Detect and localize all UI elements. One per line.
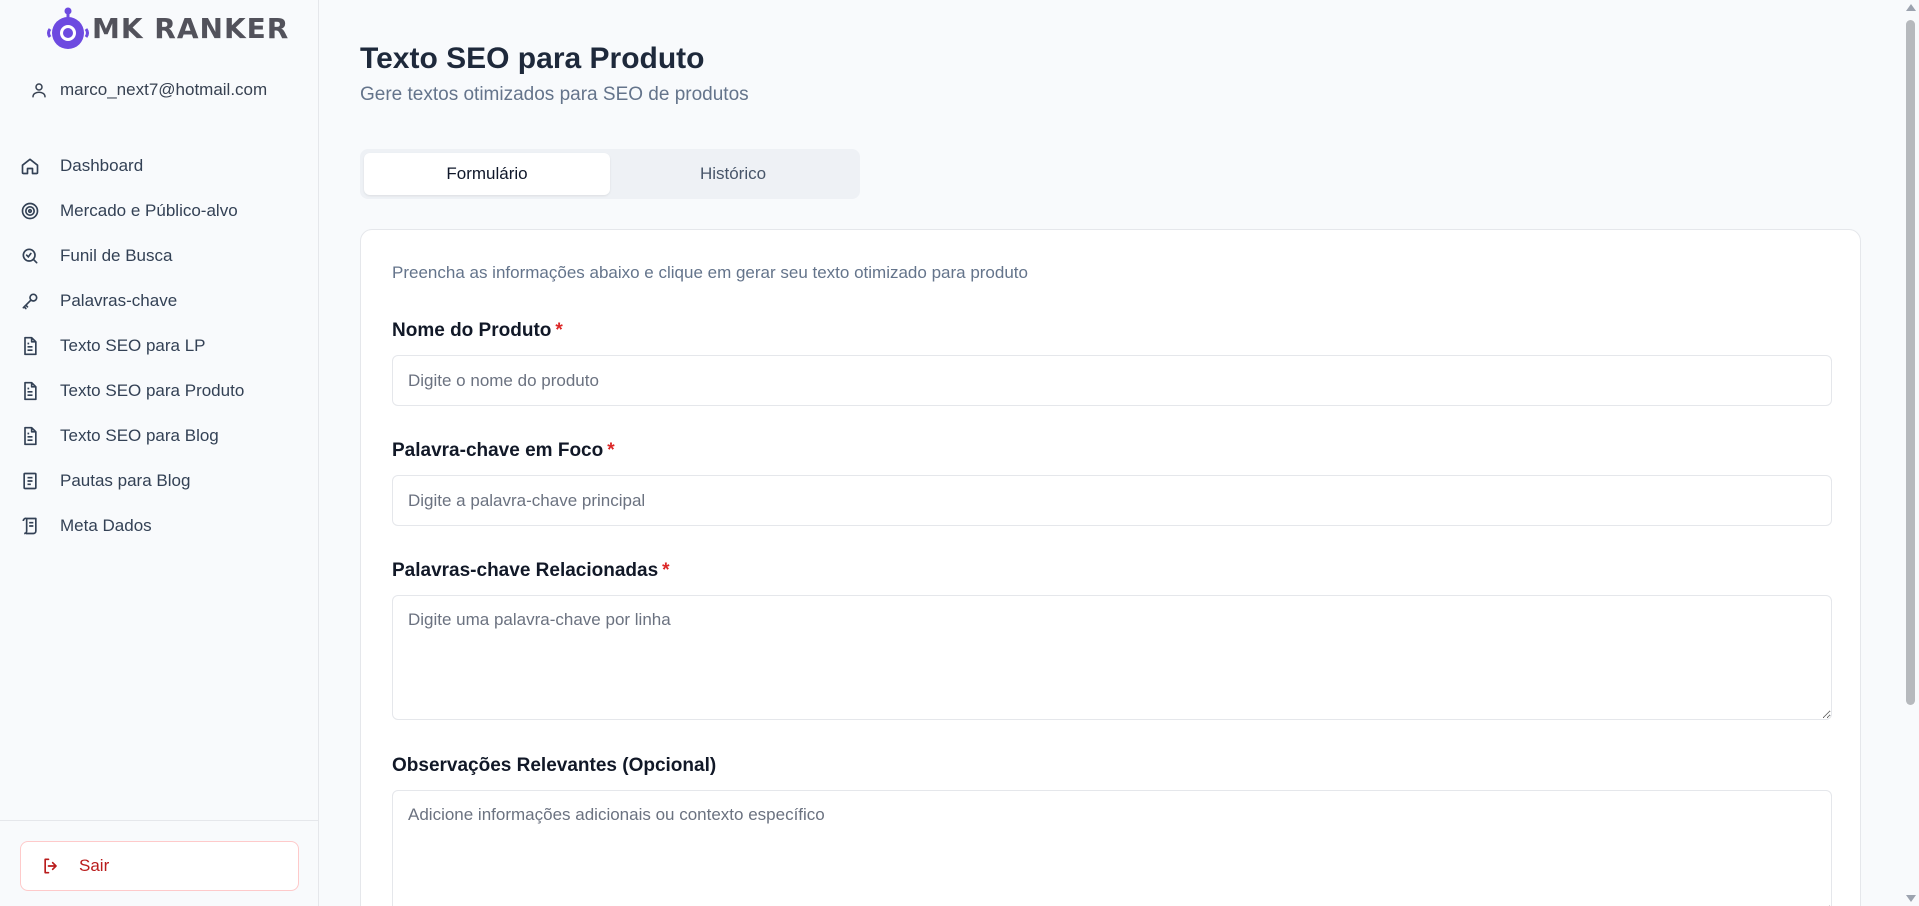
scrollbar-thumb[interactable] [1906, 20, 1915, 705]
sidebar-item-seo-lp[interactable]: Texto SEO para LP [0, 323, 318, 368]
user-email: marco_next7@hotmail.com [60, 80, 268, 99]
brand-logo[interactable]: MK RANKER [46, 4, 289, 52]
sidebar-item-seo-blog[interactable]: Texto SEO para Blog [0, 413, 318, 458]
logout-label: Sair [79, 856, 110, 875]
sidebar-item-label: Palavras-chave [60, 290, 178, 310]
related-keywords-label-text: Palavras-chave Relacionadas [392, 560, 659, 581]
required-mark: * [662, 560, 670, 581]
search-icon [20, 246, 40, 266]
focus-keyword-input[interactable] [392, 475, 1832, 526]
product-name-input[interactable] [392, 355, 1832, 406]
sidebar-item-label: Mercado e Público-alvo [60, 200, 238, 220]
product-name-label: Nome do Produto * [392, 320, 563, 342]
required-mark: * [607, 440, 615, 461]
document-icon [20, 381, 40, 401]
scroll-icon [20, 516, 40, 536]
scroll-up-arrow-icon[interactable] [1906, 4, 1916, 11]
sidebar-item-keywords[interactable]: Palavras-chave [0, 278, 318, 323]
tab-form[interactable]: Formulário [364, 153, 610, 195]
key-icon [20, 291, 40, 311]
sidebar-item-label: Texto SEO para Produto [60, 380, 245, 400]
sidebar-item-label: Funil de Busca [60, 245, 173, 265]
robot-logo-icon [47, 7, 89, 49]
page-subtitle: Gere textos otimizados para SEO de produ… [360, 84, 749, 105]
notes-label: Observações Relevantes (Opcional) [392, 755, 716, 777]
focus-keyword-label-text: Palavra-chave em Foco [392, 440, 604, 461]
brand-name: MK RANKER [92, 11, 290, 45]
document-icon [20, 336, 40, 356]
sidebar-item-search-funnel[interactable]: Funil de Busca [0, 233, 318, 278]
sidebar-item-dashboard[interactable]: Dashboard [0, 143, 318, 188]
required-mark: * [555, 320, 563, 341]
document-icon [20, 426, 40, 446]
product-name-label-text: Nome do Produto [392, 320, 552, 341]
related-keywords-label: Palavras-chave Relacionadas * [392, 560, 670, 582]
focus-keyword-label: Palavra-chave em Foco * [392, 440, 615, 462]
tab-list: Formulário Histórico [360, 149, 860, 199]
sidebar: MK RANKER marco_next7@hotmail.com Dashbo… [0, 0, 319, 906]
sidebar-item-label: Texto SEO para LP [60, 335, 206, 355]
tab-history[interactable]: Histórico [610, 153, 856, 195]
user-icon [32, 83, 46, 98]
sidebar-divider [0, 820, 319, 821]
form-intro: Preencha as informações abaixo e clique … [392, 263, 1028, 282]
notes-textarea[interactable] [392, 790, 1832, 906]
sidebar-item-label: Dashboard [60, 155, 144, 175]
notebook-icon [20, 471, 40, 491]
sidebar-item-meta-data[interactable]: Meta Dados [0, 503, 318, 548]
sidebar-item-seo-product[interactable]: Texto SEO para Produto [0, 368, 318, 413]
sidebar-item-label: Pautas para Blog [60, 470, 191, 490]
sidebar-item-blog-topics[interactable]: Pautas para Blog [0, 458, 318, 503]
related-keywords-textarea[interactable] [392, 595, 1832, 720]
sidebar-item-market[interactable]: Mercado e Público-alvo [0, 188, 318, 233]
home-icon [20, 156, 40, 176]
page-title: Texto SEO para Produto [360, 42, 705, 75]
target-icon [20, 201, 40, 221]
user-account: marco_next7@hotmail.com [30, 80, 267, 100]
page-scrollbar[interactable] [1902, 0, 1919, 906]
sidebar-item-label: Meta Dados [60, 515, 152, 535]
sidebar-item-label: Texto SEO para Blog [60, 425, 219, 445]
scroll-down-arrow-icon[interactable] [1906, 895, 1916, 902]
form-card: Preencha as informações abaixo e clique … [360, 229, 1861, 906]
sidebar-nav: Dashboard Mercado e Público-alvo Funil d… [0, 143, 318, 548]
logout-icon [44, 858, 57, 874]
logout-button[interactable]: Sair [20, 841, 299, 891]
notes-label-text: Observações Relevantes (Opcional) [392, 755, 717, 776]
